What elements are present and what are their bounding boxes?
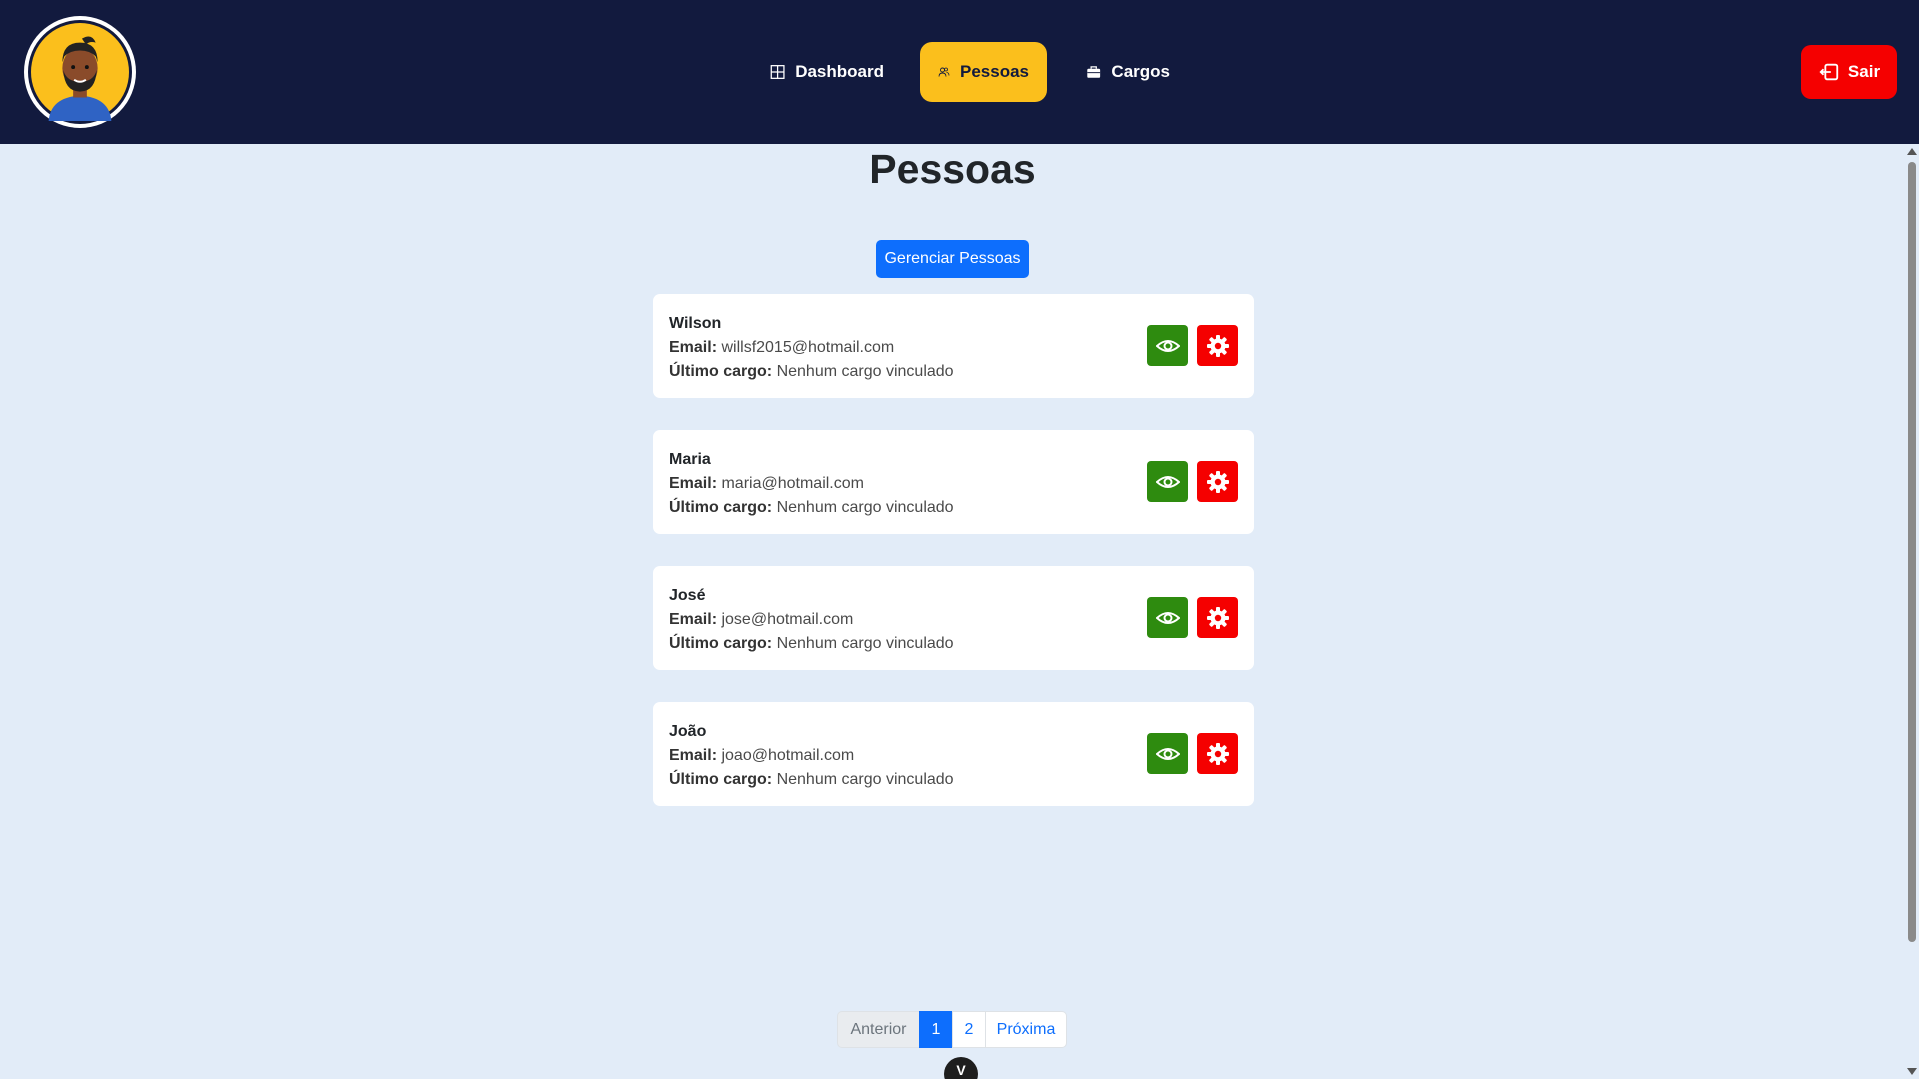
person-role: Nenhum cargo vinculado [776, 771, 954, 788]
person-name: João [669, 723, 707, 740]
view-person-button[interactable] [1147, 597, 1188, 638]
person-email: willsf2015@hotmail.com [721, 339, 895, 356]
email-label: Email: [669, 339, 718, 356]
vue-devtools-label: V [956, 1062, 966, 1078]
nav-cargos[interactable]: Cargos [1068, 42, 1188, 102]
person-card: José Email: jose@hotmail.com Último carg… [653, 566, 1254, 670]
vue-devtools-button[interactable]: V [944, 1057, 978, 1079]
view-person-button[interactable] [1147, 461, 1188, 502]
page-title: Pessoas [869, 146, 1036, 192]
email-label: Email: [669, 611, 718, 628]
settings-person-button[interactable] [1197, 325, 1238, 366]
scroll-down-arrow-icon[interactable] [1907, 1068, 1917, 1075]
person-name: Wilson [669, 315, 722, 332]
person-email: joao@hotmail.com [721, 747, 855, 764]
person-card: João Email: joao@hotmail.com Último carg… [653, 702, 1254, 806]
settings-person-button[interactable] [1197, 733, 1238, 774]
person-role: Nenhum cargo vinculado [776, 499, 954, 516]
gear-icon [1206, 470, 1229, 493]
gear-icon [1206, 742, 1229, 765]
pagination-page-2[interactable]: 2 [952, 1011, 986, 1048]
nav-pessoas[interactable]: Pessoas [920, 42, 1047, 102]
email-label: Email: [669, 747, 718, 764]
eye-icon [1155, 611, 1180, 624]
pagination: Anterior 1 2 Próxima [837, 1011, 1067, 1048]
eye-icon [1155, 475, 1180, 488]
grid-icon [770, 65, 785, 79]
user-avatar[interactable] [24, 16, 136, 128]
view-person-button[interactable] [1147, 325, 1188, 366]
role-label: Último cargo: [669, 771, 773, 788]
logout-label: Sair [1847, 62, 1881, 81]
scroll-up-arrow-icon[interactable] [1907, 148, 1917, 155]
nav-dashboard-label: Dashboard [795, 62, 884, 81]
eye-icon [1155, 747, 1180, 760]
view-person-button[interactable] [1147, 733, 1188, 774]
gear-icon [1206, 334, 1229, 357]
email-label: Email: [669, 475, 718, 492]
role-label: Último cargo: [669, 363, 773, 380]
page-scrollbar[interactable] [1905, 144, 1919, 1079]
manage-people-button[interactable]: Gerenciar Pessoas [876, 240, 1029, 278]
person-name: Maria [669, 451, 711, 468]
person-role: Nenhum cargo vinculado [776, 635, 954, 652]
people-icon [938, 67, 950, 77]
eye-icon [1155, 339, 1180, 352]
settings-person-button[interactable] [1197, 597, 1238, 638]
person-role: Nenhum cargo vinculado [776, 363, 954, 380]
briefcase-icon [1087, 66, 1101, 78]
pagination-page-1[interactable]: 1 [919, 1011, 953, 1048]
nav-cargos-label: Cargos [1111, 62, 1170, 81]
pagination-previous[interactable]: Anterior [837, 1011, 920, 1048]
person-name: José [669, 587, 706, 604]
pagination-next[interactable]: Próxima [985, 1011, 1067, 1048]
avatar-illustration-icon [31, 23, 129, 121]
person-card: Maria Email: maria@hotmail.com Último ca… [653, 430, 1254, 534]
person-card: Wilson Email: willsf2015@hotmail.com Últ… [653, 294, 1254, 398]
scroll-thumb[interactable] [1908, 162, 1916, 942]
role-label: Último cargo: [669, 499, 773, 516]
nav-dashboard[interactable]: Dashboard [752, 42, 902, 102]
top-navbar: Dashboard Pessoas Cargos Sair [0, 0, 1919, 144]
role-label: Último cargo: [669, 635, 773, 652]
settings-person-button[interactable] [1197, 461, 1238, 502]
nav-pessoas-label: Pessoas [960, 62, 1029, 81]
gear-icon [1206, 606, 1229, 629]
logout-button[interactable]: Sair [1801, 45, 1897, 99]
logout-icon [1819, 63, 1839, 81]
person-email: jose@hotmail.com [721, 611, 854, 628]
person-email: maria@hotmail.com [721, 475, 864, 492]
